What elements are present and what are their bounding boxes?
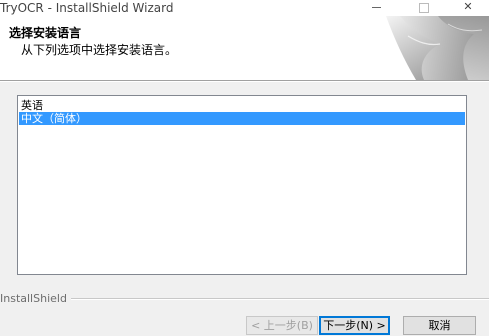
- window-title: TryOCR - InstallShield Wizard: [0, 1, 174, 15]
- list-item-selected[interactable]: 中文（简体）: [19, 112, 465, 125]
- footer-divider: [0, 298, 489, 300]
- wizard-header: 选择安装语言 从下列选项中选择安装语言。: [0, 16, 489, 81]
- cancel-button[interactable]: 取消: [403, 316, 476, 335]
- language-listbox[interactable]: 英语 中文（简体）: [17, 95, 467, 275]
- list-item[interactable]: 英语: [19, 99, 465, 112]
- close-button[interactable]: ✕: [447, 0, 489, 16]
- installshield-brand: InstallShield: [0, 292, 71, 305]
- header-divider: [0, 81, 489, 82]
- installshield-graphic: [386, 16, 489, 80]
- maximize-icon: [419, 3, 429, 13]
- close-icon: ✕: [463, 0, 473, 13]
- minimize-button[interactable]: [351, 0, 397, 16]
- header-subtitle: 从下列选项中选择安装语言。: [21, 43, 178, 57]
- header-title: 选择安装语言: [9, 26, 82, 40]
- minimize-icon: [372, 7, 381, 8]
- next-button[interactable]: 下一步(N) >: [319, 316, 390, 335]
- title-bar: TryOCR - InstallShield Wizard ✕: [0, 0, 489, 16]
- maximize-button: [401, 0, 447, 16]
- back-button[interactable]: < 上一步(B): [246, 316, 318, 335]
